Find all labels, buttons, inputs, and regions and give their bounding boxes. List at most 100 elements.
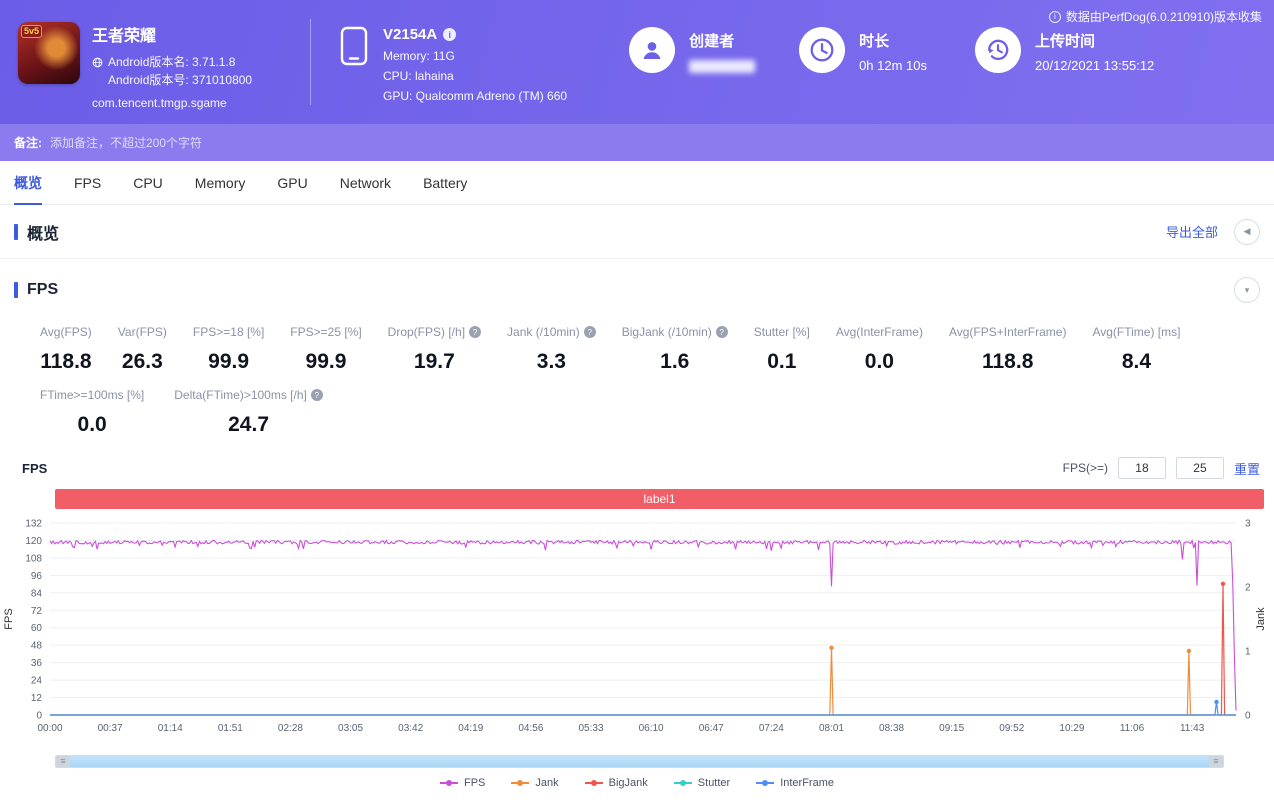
title-accent-bar: [14, 223, 18, 240]
fps-threshold-label: FPS(>=): [1062, 461, 1108, 475]
legend-item-bigjank[interactable]: BigJank: [584, 777, 648, 789]
tab-fps[interactable]: FPS: [74, 161, 101, 204]
svg-text:10:29: 10:29: [1059, 723, 1084, 734]
legend-marker: [440, 780, 458, 786]
duration-label: 时长: [859, 33, 890, 50]
metric-label: Avg(FTime) [ms]: [1092, 325, 1181, 339]
svg-text:01:51: 01:51: [218, 723, 243, 734]
series-bigjank: [50, 583, 1236, 716]
svg-text:0: 0: [36, 711, 42, 722]
svg-text:04:56: 04:56: [518, 723, 543, 734]
upload-icon-circle: [975, 27, 1021, 73]
scrollbar-handle-left[interactable]: ≡: [56, 756, 70, 767]
collapse-panel-button[interactable]: ◀: [1234, 218, 1260, 245]
svg-text:132: 132: [25, 519, 42, 530]
tab-cpu[interactable]: CPU: [133, 161, 163, 204]
metric-avg-fps: Avg(FPS) 118.8: [40, 325, 92, 374]
chart-scrollbar[interactable]: ≡ ≡: [55, 755, 1224, 768]
metric-value: 8.4: [1121, 350, 1152, 373]
metric-label: FTime>=100ms [%]: [40, 388, 145, 402]
svg-text:08:38: 08:38: [879, 723, 904, 734]
metric-label: Stutter [%]: [753, 325, 810, 339]
svg-text:36: 36: [31, 658, 43, 669]
svg-text:03:42: 03:42: [398, 723, 423, 734]
metric-info-icon[interactable]: ?: [715, 326, 728, 338]
svg-text:60: 60: [31, 623, 43, 634]
app-name: 王者荣耀: [92, 28, 157, 45]
svg-text:FPS: FPS: [3, 608, 15, 629]
metric-stutter: Stutter [%] 0.1: [754, 325, 810, 374]
scrollbar-handle-right[interactable]: ≡: [1209, 756, 1223, 767]
metric-info-icon[interactable]: ?: [310, 389, 323, 401]
device-info-block: V2154A i Memory: 11G CPU: lahaina GPU: Q…: [339, 26, 567, 103]
collapse-fps-button[interactable]: ▾: [1234, 277, 1260, 303]
svg-text:24: 24: [31, 676, 43, 687]
metric-value: 99.9: [305, 350, 347, 373]
upload-text: 上传时间 20/12/2021 13:55:12: [1035, 27, 1154, 73]
legend-item-stutter[interactable]: Stutter: [673, 777, 730, 789]
legend-label: FPS: [464, 777, 486, 789]
reset-link[interactable]: 重置: [1234, 459, 1260, 478]
tab-bar: 概览 FPS CPU Memory GPU Network Battery: [0, 161, 1274, 205]
source-note-text: 数据由PerfDog(6.0.210910)版本收集: [1065, 10, 1262, 24]
person-icon: [643, 42, 661, 59]
legend-item-interframe[interactable]: InterFrame: [756, 777, 834, 789]
svg-text:120: 120: [25, 536, 42, 547]
legend-label: InterFrame: [780, 777, 834, 789]
remarks-bar[interactable]: 备注: 添加备注，不超过200个字符: [0, 124, 1274, 161]
info-outline-icon: i: [1048, 10, 1061, 23]
app-meta: 王者荣耀 Android版本名: 3.71.1.8 Android版本号: 37…: [92, 22, 252, 112]
chart-legend: FPS Jank BigJank Stutter InterFrame: [0, 777, 1274, 789]
svg-text:11:06: 11:06: [1120, 723, 1145, 734]
legend-item-fps[interactable]: FPS: [440, 777, 485, 789]
legend-marker: [584, 780, 603, 786]
svg-text:00:00: 00:00: [37, 723, 62, 734]
tab-memory[interactable]: Memory: [195, 161, 246, 204]
metric-value: 118.8: [40, 350, 92, 373]
upload-label: 上传时间: [1035, 33, 1096, 50]
remarks-label: 备注:: [14, 136, 42, 150]
metric-value: 0.1: [767, 350, 797, 373]
fps-metrics-row1: Avg(FPS) 118.8 Var(FPS) 26.3 FPS>=18 [%] 99.9…: [0, 311, 1274, 374]
scrollbar-bar[interactable]: [70, 756, 1209, 767]
tab-overview[interactable]: 概览: [14, 161, 42, 205]
upload-value: 20/12/2021 13:55:12: [1035, 58, 1155, 73]
legend-item-jank[interactable]: Jank: [511, 777, 559, 789]
device-info-icon[interactable]: i: [443, 28, 457, 41]
fps-threshold-2-input[interactable]: [1175, 457, 1224, 479]
duration-value: 0h 12m 10s: [859, 58, 927, 73]
android-version-line: Android版本名: 3.71.1.8: [92, 53, 252, 71]
tab-gpu[interactable]: GPU: [277, 161, 307, 204]
svg-text:0: 0: [1245, 711, 1251, 722]
svg-text:2: 2: [1245, 583, 1251, 594]
metric-avg-ftime: Avg(FTime) [ms] 8.4: [1092, 325, 1180, 374]
fps-line-chart[interactable]: 01224364860728496108120132012300:00 00:37…: [0, 513, 1274, 751]
title-accent-bar: [14, 282, 18, 298]
svg-text:09:15: 09:15: [939, 723, 964, 734]
app-info-block: 5v5 王者荣耀 Android版本名: 3.71.1.8 Android版本号…: [18, 22, 310, 112]
svg-text:12: 12: [31, 693, 43, 704]
metric-value: 1.6: [660, 350, 690, 373]
globe-icon: [92, 57, 103, 67]
fps-chart-title: FPS: [22, 460, 48, 476]
tab-battery[interactable]: Battery: [423, 161, 467, 204]
metric-label: Jank (/10min)?: [507, 325, 596, 339]
legend-label: Jank: [535, 777, 559, 789]
svg-text:04:19: 04:19: [458, 723, 483, 734]
clock-icon: [810, 38, 834, 62]
svg-text:48: 48: [31, 641, 43, 652]
legend-marker: [673, 780, 692, 786]
metric-label: Avg(FPS+InterFrame): [948, 325, 1067, 339]
metric-info-icon[interactable]: ?: [583, 326, 596, 338]
tab-network[interactable]: Network: [340, 161, 391, 204]
export-all-link[interactable]: 导出全部: [1166, 222, 1218, 241]
svg-text:08:01: 08:01: [819, 723, 844, 734]
metric-label: Delta(FTime)>100ms [/h]?: [174, 388, 323, 402]
legend-marker: [511, 780, 530, 786]
svg-text:Jank: Jank: [1255, 607, 1267, 631]
metric-bigjank: BigJank (/10min)? 1.6: [622, 325, 728, 374]
fps-threshold-1-input[interactable]: [1117, 457, 1166, 479]
metric-info-icon[interactable]: ?: [469, 326, 482, 338]
metric-value: 24.7: [228, 413, 269, 436]
metric-value: 19.7: [413, 350, 455, 373]
